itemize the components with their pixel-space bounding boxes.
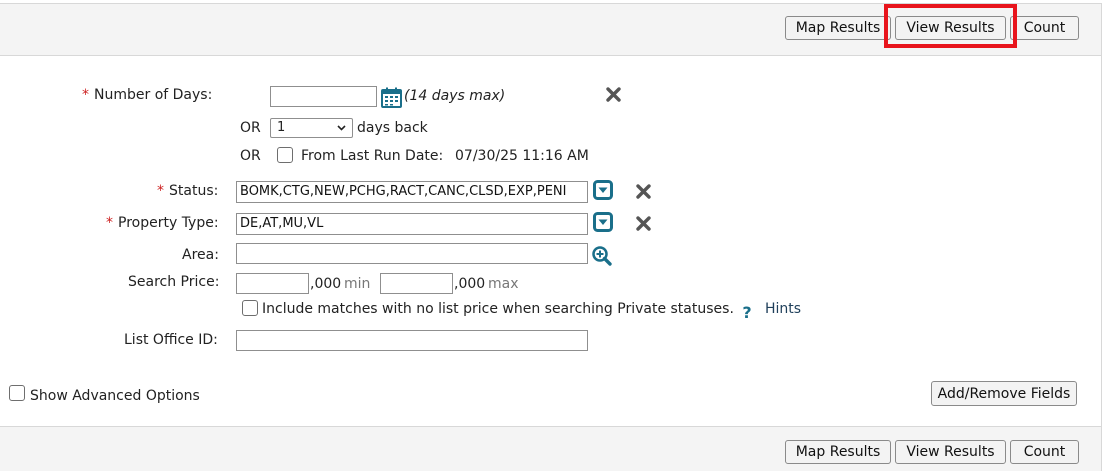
no-list-price-checkbox[interactable] <box>242 300 258 316</box>
property-type-input[interactable]: DE,AT,MU,VL <box>236 213 588 235</box>
area-input[interactable] <box>236 243 588 264</box>
no-list-price-label: Include matches with no list price when … <box>262 301 734 317</box>
right-border <box>1101 54 1102 426</box>
days-max-hint: (14 days max) <box>404 88 506 104</box>
property-type-label: * Property Type: <box>106 215 219 231</box>
show-advanced-checkbox[interactable] <box>9 385 25 401</box>
last-run-checkbox[interactable] <box>277 147 293 163</box>
price-min-input[interactable] <box>236 273 309 294</box>
status-input[interactable]: BOMK,CTG,NEW,PCHG,RACT,CANC,CLSD,EXP,PEN… <box>236 181 588 203</box>
view-results-highlight <box>884 4 1017 48</box>
zoom-in-search-icon[interactable] <box>591 245 613 267</box>
chevron-down-icon <box>337 125 346 131</box>
property-type-label-text: Property Type: <box>118 215 219 231</box>
count-button-top[interactable]: Count <box>1010 16 1079 40</box>
required-marker: * <box>106 215 113 231</box>
days-back-value: 1 <box>277 120 286 135</box>
number-of-days-label: * Number of Days: <box>82 87 212 103</box>
days-back-suffix: days back <box>357 120 428 136</box>
required-marker: * <box>82 87 89 103</box>
last-run-label: From Last Run Date: <box>301 148 444 164</box>
search-price-label: Search Price: <box>128 274 220 290</box>
list-office-id-label: List Office ID: <box>124 332 218 348</box>
calendar-icon[interactable] <box>381 87 402 108</box>
status-picker-icon[interactable] <box>593 180 613 200</box>
price-min-suffix: ,000 <box>310 276 342 292</box>
price-min-word: min <box>344 276 371 292</box>
required-marker: * <box>157 183 164 199</box>
status-label: * Status: <box>157 183 218 199</box>
view-results-button-bottom[interactable]: View Results <box>895 440 1006 464</box>
help-question-icon[interactable]: ? <box>740 303 754 320</box>
price-max-input[interactable] <box>380 273 453 294</box>
list-office-id-input[interactable] <box>236 330 588 351</box>
clear-property-type-icon[interactable] <box>636 216 651 231</box>
property-type-picker-icon[interactable] <box>593 212 613 232</box>
status-label-text: Status: <box>169 183 219 199</box>
clear-days-icon[interactable] <box>606 87 621 102</box>
svg-text:?: ? <box>742 303 751 320</box>
map-results-button-bottom[interactable]: Map Results <box>785 440 891 464</box>
last-run-date: 07/30/25 11:16 AM <box>455 148 589 164</box>
show-advanced-label: Show Advanced Options <box>30 388 200 404</box>
map-results-button-top[interactable]: Map Results <box>785 16 891 40</box>
count-button-bottom[interactable]: Count <box>1010 440 1079 464</box>
area-label: Area: <box>182 247 219 263</box>
add-remove-fields-button[interactable]: Add/Remove Fields <box>931 381 1077 406</box>
price-max-word: max <box>488 276 519 292</box>
days-back-select[interactable]: 1 <box>270 118 353 138</box>
price-max-suffix: ,000 <box>454 276 486 292</box>
or-label-1: OR <box>240 120 261 136</box>
number-of-days-label-text: Number of Days: <box>94 87 213 103</box>
or-label-2: OR <box>240 148 261 164</box>
clear-status-icon[interactable] <box>636 184 651 199</box>
hints-link[interactable]: Hints <box>765 301 801 317</box>
number-of-days-input[interactable] <box>270 86 377 107</box>
